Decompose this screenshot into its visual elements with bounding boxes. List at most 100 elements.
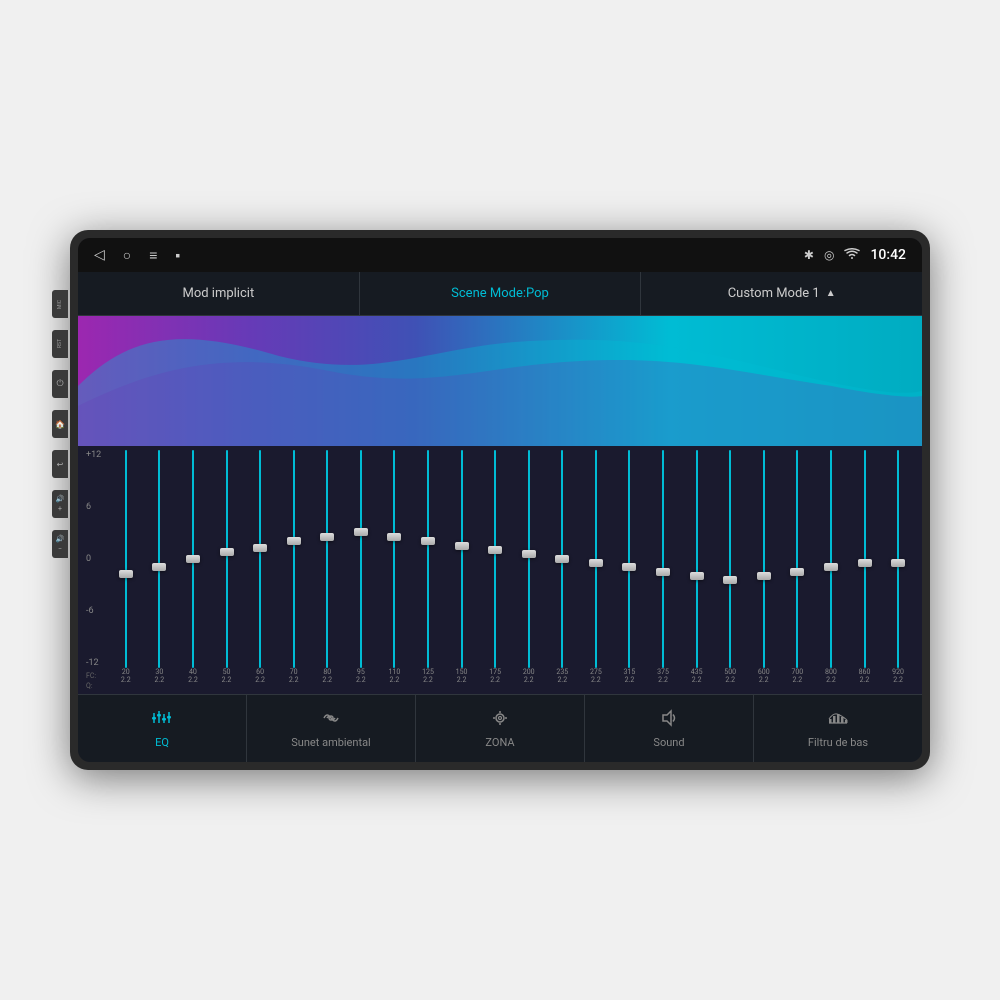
fader-col-95[interactable] (345, 450, 377, 668)
freq-fc-375: 375 (657, 668, 669, 676)
tab-sound-label: Sound (653, 736, 684, 749)
fader-col-60[interactable] (244, 450, 276, 668)
freq-q-40: 2.2 (188, 676, 198, 684)
fader-col-125[interactable] (412, 450, 444, 668)
db-label-12: +12 (86, 450, 101, 460)
recent-nav-icon[interactable]: ▪ (175, 247, 180, 264)
fader-handle-920[interactable] (891, 559, 905, 567)
fader-col-50[interactable] (211, 450, 243, 668)
fader-track-275 (595, 450, 597, 668)
freq-col-30: 302.2 (144, 668, 176, 692)
fader-col-435[interactable] (681, 450, 713, 668)
fader-col-600[interactable] (748, 450, 780, 668)
fader-handle-50[interactable] (220, 548, 234, 556)
fader-col-375[interactable] (647, 450, 679, 668)
freq-fc-700: 700 (791, 668, 803, 676)
freq-col-235: 2352.2 (547, 668, 579, 692)
fader-track-860 (864, 450, 866, 668)
fader-handle-60[interactable] (253, 544, 267, 552)
fader-handle-500[interactable] (723, 576, 737, 584)
fader-col-150[interactable] (446, 450, 478, 668)
fader-col-175[interactable] (479, 450, 511, 668)
fader-col-860[interactable] (849, 450, 881, 668)
fader-col-500[interactable] (714, 450, 746, 668)
fader-col-200[interactable] (513, 450, 545, 668)
tab-sound[interactable]: Sound (585, 695, 754, 762)
back-side-button[interactable]: ↩ (52, 450, 68, 478)
mode-custom[interactable]: Custom Mode 1 ▲ (641, 272, 922, 315)
fader-handle-700[interactable] (790, 568, 804, 576)
mode-implicit[interactable]: Mod implicit (78, 272, 360, 315)
fader-handle-95[interactable] (354, 528, 368, 536)
home-button[interactable]: 🏠 (52, 410, 68, 438)
fader-handle-375[interactable] (656, 568, 670, 576)
freq-q-920: 2.2 (893, 676, 903, 684)
fader-col-315[interactable] (614, 450, 646, 668)
fader-handle-20[interactable] (119, 570, 133, 578)
fader-handle-175[interactable] (488, 546, 502, 554)
fader-col-235[interactable] (547, 450, 579, 668)
fader-handle-40[interactable] (186, 555, 200, 563)
freq-q-125: 2.2 (423, 676, 433, 684)
fader-track-435 (696, 450, 698, 668)
fader-handle-150[interactable] (455, 542, 469, 550)
fader-track-235 (561, 450, 563, 668)
power-button[interactable]: ⏻ (52, 370, 68, 398)
freq-q-20: 2.2 (121, 676, 131, 684)
volume-up-button[interactable]: 🔊 + (52, 490, 68, 518)
tab-zona[interactable]: ZONA (416, 695, 585, 762)
bass-icon (827, 709, 849, 732)
fader-handle-315[interactable] (622, 563, 636, 571)
db-label-0: 0 (86, 554, 101, 564)
tab-bass[interactable]: Filtru de bas (754, 695, 922, 762)
freq-fc-315: 315 (624, 668, 636, 676)
freq-col-435: 4352.2 (681, 668, 713, 692)
freq-q-435: 2.2 (692, 676, 702, 684)
freq-q-860: 2.2 (860, 676, 870, 684)
freq-col-700: 7002.2 (782, 668, 814, 692)
fader-col-80[interactable] (311, 450, 343, 668)
freq-q-110: 2.2 (390, 676, 400, 684)
reset-button[interactable]: RST (52, 330, 68, 358)
fader-handle-80[interactable] (320, 533, 334, 541)
freq-fc-125: 125 (422, 668, 434, 676)
fader-handle-435[interactable] (690, 572, 704, 580)
faders-container (110, 450, 914, 668)
fader-col-800[interactable] (815, 450, 847, 668)
fader-handle-800[interactable] (824, 563, 838, 571)
fader-col-20[interactable] (110, 450, 142, 668)
fader-col-920[interactable] (882, 450, 914, 668)
freq-col-50: 502.2 (211, 668, 243, 692)
fader-handle-30[interactable] (152, 563, 166, 571)
fader-track-920 (897, 450, 899, 668)
back-nav-icon[interactable]: ◁ (94, 247, 105, 263)
menu-nav-icon[interactable]: ≡ (149, 247, 157, 264)
freq-fc-150: 150 (456, 668, 468, 676)
freq-fc-235: 235 (556, 668, 568, 676)
fader-col-275[interactable] (580, 450, 612, 668)
mode-scene-pop[interactable]: Scene Mode:Pop (360, 272, 642, 315)
freq-col-80: 802.2 (311, 668, 343, 692)
fader-col-70[interactable] (278, 450, 310, 668)
fader-handle-600[interactable] (757, 572, 771, 580)
freq-q-150: 2.2 (457, 676, 467, 684)
freq-col-110: 1102.2 (379, 668, 411, 692)
fader-handle-235[interactable] (555, 555, 569, 563)
fader-handle-275[interactable] (589, 559, 603, 567)
tab-ambient[interactable]: Sunet ambiental (247, 695, 416, 762)
fader-handle-860[interactable] (858, 559, 872, 567)
fader-track-80 (326, 450, 328, 668)
fader-col-110[interactable] (379, 450, 411, 668)
freq-q-600: 2.2 (759, 676, 769, 684)
fader-handle-125[interactable] (421, 537, 435, 545)
mic-button[interactable]: MIC (52, 290, 68, 318)
fader-col-30[interactable] (144, 450, 176, 668)
fader-handle-110[interactable] (387, 533, 401, 541)
fader-col-40[interactable] (177, 450, 209, 668)
home-nav-icon[interactable]: ○ (123, 247, 131, 264)
volume-down-button[interactable]: 🔊 − (52, 530, 68, 558)
fader-col-700[interactable] (782, 450, 814, 668)
tab-eq[interactable]: EQ (78, 695, 247, 762)
fader-handle-70[interactable] (287, 537, 301, 545)
fader-handle-200[interactable] (522, 550, 536, 558)
